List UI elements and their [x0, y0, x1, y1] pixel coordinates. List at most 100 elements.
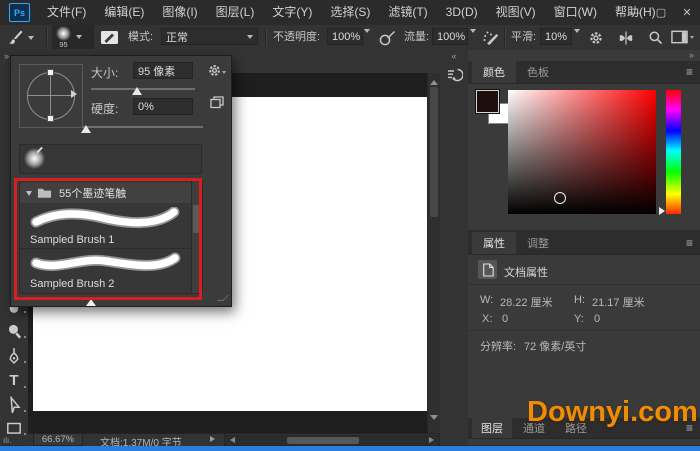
height-label: H:: [574, 294, 585, 306]
dodge-tool[interactable]: [5, 322, 23, 340]
y-value[interactable]: 0: [594, 313, 600, 325]
opacity-dropdown-button[interactable]: [364, 33, 370, 51]
scroll-right-icon[interactable]: [429, 437, 437, 443]
scroll-up-icon[interactable]: [430, 76, 438, 85]
smoothing-options-button[interactable]: [588, 30, 604, 46]
type-tool[interactable]: T: [5, 372, 23, 390]
close-button[interactable]: ✕: [674, 0, 700, 25]
angle-arrow-icon[interactable]: [71, 90, 81, 98]
list-scroll-thumb[interactable]: [193, 205, 200, 233]
maximize-button[interactable]: ▢: [648, 0, 674, 25]
toolbar-expand-icon[interactable]: »: [4, 51, 9, 61]
brush-options-button[interactable]: [207, 63, 226, 78]
create-new-brush-button[interactable]: [210, 96, 224, 109]
brush-item-label[interactable]: Sampled Brush 1: [30, 234, 114, 246]
x-value[interactable]: 0: [502, 313, 508, 325]
brush-angle-widget[interactable]: [19, 64, 83, 128]
search-icon: [648, 30, 663, 45]
history-panel-button[interactable]: [445, 66, 463, 84]
brush-preset-list[interactable]: 55个墨迹笔触 Sampled Brush 1 Sampled Brush 2: [19, 180, 203, 294]
brush-size-field[interactable]: 95 像素: [133, 62, 193, 79]
brush-group-header[interactable]: 55个墨迹笔触: [20, 183, 192, 203]
flow-label: 流量:: [404, 28, 429, 47]
pen-tool[interactable]: [5, 347, 23, 365]
brush-stroke-preview[interactable]: [28, 207, 183, 231]
menu-layer[interactable]: 图层(L): [207, 0, 264, 25]
new-brush-icon: [210, 96, 224, 109]
width-value[interactable]: 28.22 厘米: [500, 294, 553, 310]
airbrush-button[interactable]: [482, 29, 500, 47]
dock-collapse-icon[interactable]: «: [440, 50, 468, 62]
scroll-down-icon[interactable]: [430, 415, 438, 424]
brush-tool-preset[interactable]: [7, 29, 34, 46]
opacity-pressure-button[interactable]: [378, 29, 396, 47]
rectangle-tool[interactable]: [5, 419, 23, 437]
scroll-left-icon[interactable]: [227, 437, 235, 443]
brush-preset-popup: 大小: 95 像素 硬度: 0% 55个墨迹笔触: [10, 55, 232, 307]
hue-slider-icon[interactable]: [659, 207, 669, 215]
panel-menu-icon[interactable]: ≡: [686, 236, 692, 250]
vertical-scroll-thumb[interactable]: [430, 87, 438, 217]
saturation-brightness-field[interactable]: [508, 90, 656, 214]
menu-edit[interactable]: 编辑(E): [95, 0, 153, 25]
brush-size-badge: 95: [56, 41, 71, 48]
brush-preset-picker[interactable]: 95: [52, 25, 94, 49]
search-button[interactable]: [648, 30, 663, 45]
document-properties-icon: [478, 260, 497, 279]
dock-expand-icon[interactable]: »: [689, 50, 694, 60]
flow-dropdown-button[interactable]: [470, 33, 476, 51]
panel-menu-icon[interactable]: ≡: [686, 65, 692, 79]
menu-window[interactable]: 窗口(W): [545, 0, 606, 25]
smoothing-dropdown-button[interactable]: [574, 33, 580, 51]
status-options-icon[interactable]: [210, 436, 218, 442]
zoom-level-field[interactable]: 66.67%: [33, 433, 83, 446]
size-slider-thumb[interactable]: [132, 82, 142, 95]
angle-handle-bottom[interactable]: [47, 115, 54, 122]
menu-filter[interactable]: 滤镜(T): [379, 0, 436, 25]
toggle-brush-settings-button[interactable]: [100, 29, 119, 46]
brush-tip-preview: [56, 26, 71, 41]
current-brush-preview-row[interactable]: [19, 144, 202, 174]
hardness-slider-track[interactable]: [83, 126, 203, 128]
tab-properties[interactable]: 属性: [472, 232, 516, 254]
group-expand-icon[interactable]: [26, 191, 32, 199]
paint-symmetry-button[interactable]: [617, 29, 635, 47]
resolution-value[interactable]: 72 像素/英寸: [524, 338, 586, 354]
size-slider-track[interactable]: [91, 88, 195, 90]
color-picker-cursor[interactable]: [554, 192, 566, 204]
foreground-color-swatch[interactable]: [476, 90, 499, 113]
horizontal-scroll-thumb[interactable]: [287, 437, 359, 444]
corner-resize-grip[interactable]: [217, 295, 229, 301]
hardness-slider-thumb[interactable]: [81, 120, 91, 133]
path-selection-tool[interactable]: [5, 396, 23, 414]
hue-strip[interactable]: [666, 90, 681, 214]
tab-layers[interactable]: 图层: [472, 418, 512, 438]
chevron-down-icon: [28, 36, 34, 43]
vertical-scrollbar[interactable]: [427, 73, 441, 433]
tab-color[interactable]: 颜色: [472, 61, 516, 83]
list-scrollbar[interactable]: [191, 181, 202, 293]
status-bar: 66.67% 文档:1.37M/0 字节: [28, 433, 440, 446]
menu-select[interactable]: 选择(S): [321, 0, 379, 25]
tab-swatches[interactable]: 色板: [516, 61, 560, 83]
workspace-switcher-button[interactable]: [671, 30, 694, 44]
flow-field[interactable]: 100%: [432, 28, 468, 45]
blend-mode-select[interactable]: 正常: [161, 28, 258, 45]
brush-item-label[interactable]: Sampled Brush 2: [30, 278, 114, 290]
height-value[interactable]: 21.17 厘米: [592, 294, 645, 310]
smoothing-field[interactable]: 10%: [540, 28, 572, 45]
tab-adjustments[interactable]: 调整: [516, 232, 560, 254]
menu-file[interactable]: 文件(F): [38, 0, 95, 25]
menu-view[interactable]: 视图(V): [487, 0, 545, 25]
minimize-button[interactable]: —: [622, 0, 648, 25]
menu-image[interactable]: 图像(I): [153, 0, 206, 25]
menu-3d[interactable]: 3D(D): [437, 0, 487, 25]
menu-type[interactable]: 文字(Y): [263, 0, 321, 25]
popup-resize-grip[interactable]: [86, 294, 96, 306]
horizontal-scrollbar[interactable]: [224, 435, 440, 446]
brush-stroke-preview[interactable]: [28, 251, 183, 275]
angle-handle-top[interactable]: [47, 69, 54, 76]
hardness-field[interactable]: 0%: [133, 98, 193, 115]
type-tool-icon: T: [9, 372, 18, 389]
opacity-field[interactable]: 100%: [327, 28, 363, 45]
